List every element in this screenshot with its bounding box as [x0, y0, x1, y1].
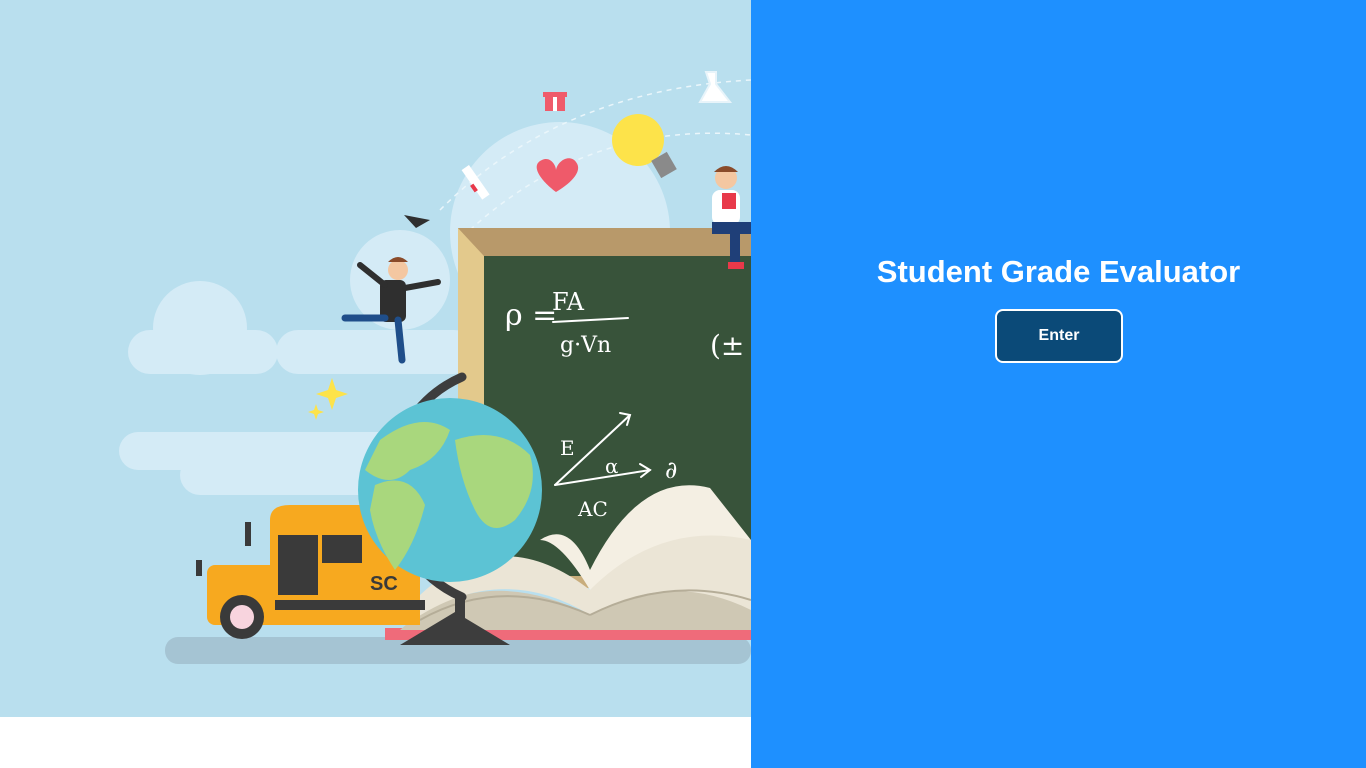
- formula-rho: ρ =: [505, 298, 557, 333]
- gift-icon: [543, 92, 567, 111]
- formula-denominator: g·Vn: [560, 333, 611, 358]
- formula-alpha: α: [605, 454, 619, 478]
- app-title: Student Grade Evaluator: [876, 254, 1241, 289]
- bus-lettering: SC: [370, 573, 398, 595]
- formula-e: E: [560, 436, 575, 460]
- welcome-panel: Student Grade Evaluator Enter: [751, 0, 1366, 768]
- formula-paren: (±: [710, 329, 744, 362]
- enter-button[interactable]: Enter: [995, 309, 1123, 363]
- hero-panel: ρ = FA g·Vn (± E α AC ∂ SC: [0, 0, 751, 768]
- education-illustration: ρ = FA g·Vn (± E α AC ∂ SC: [0, 0, 751, 717]
- formula-partial: ∂: [665, 456, 677, 484]
- formula-numerator: FA: [552, 288, 585, 316]
- formula-ac: AC: [577, 497, 608, 521]
